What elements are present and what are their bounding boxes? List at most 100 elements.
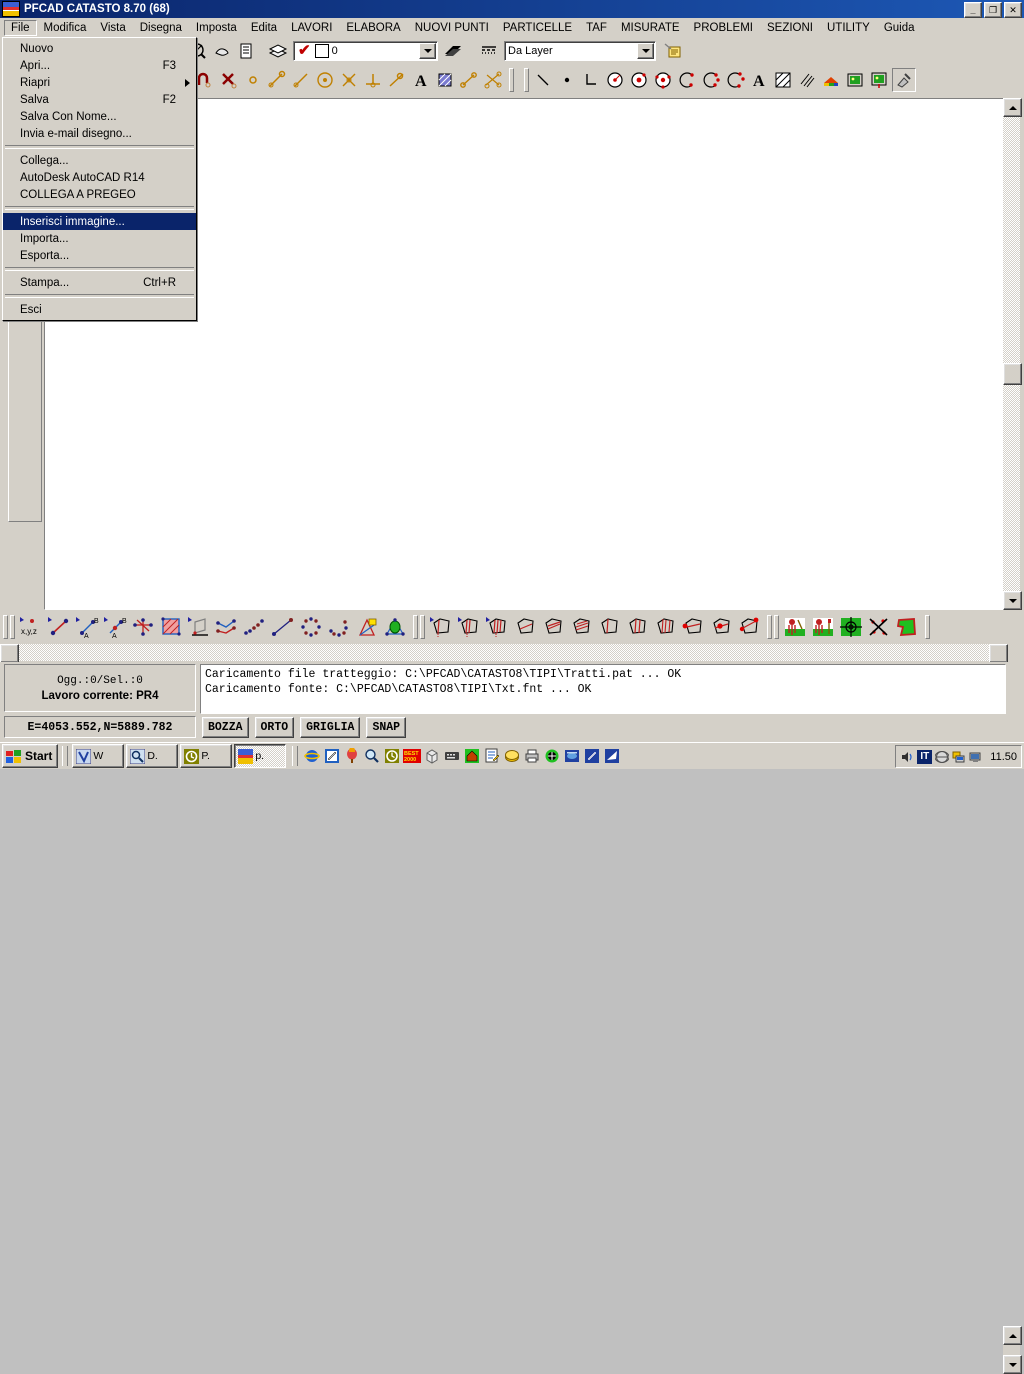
menu-entry-salva[interactable]: Salva F2 <box>3 91 196 108</box>
bottom-toolbar-grip-4[interactable] <box>420 615 425 639</box>
snap-perpendicular-icon[interactable] <box>362 69 384 91</box>
snap-hatch-icon[interactable] <box>434 69 456 91</box>
checkered-globe-icon[interactable] <box>543 747 561 765</box>
properties-icon[interactable] <box>235 40 257 62</box>
circle-center-icon[interactable] <box>628 69 650 91</box>
notes-icon[interactable] <box>483 747 501 765</box>
parcel-line-1-icon[interactable] <box>511 614 539 640</box>
bottom-toolbar-grip-5[interactable] <box>767 615 772 639</box>
vscroll-thumb[interactable] <box>1003 363 1022 385</box>
surveyor-icon[interactable] <box>781 614 809 640</box>
menu-entry-autocad-r14[interactable]: AutoDesk AutoCAD R14 <box>3 169 196 186</box>
bottom-toolbar-grip-7[interactable] <box>925 615 930 639</box>
snap-center-icon[interactable] <box>314 69 336 91</box>
perspective-icon[interactable] <box>185 614 213 640</box>
menu-item-edita[interactable]: Edita <box>244 20 284 36</box>
menu-entry-riapri[interactable]: Riapri <box>3 74 196 91</box>
layers-icon[interactable] <box>267 40 289 62</box>
snap-intersection-icon[interactable] <box>338 69 360 91</box>
menu-item-elabora[interactable]: ELABORA <box>339 20 407 36</box>
parcel-strip-3-icon[interactable] <box>651 614 679 640</box>
command-scroll-up-button[interactable] <box>1003 1326 1022 1345</box>
layer-on-icon[interactable]: ✔ <box>298 43 311 58</box>
point-icon[interactable] <box>556 69 578 91</box>
menu-entry-salva-con-nome[interactable]: Salva Con Nome... <box>3 108 196 125</box>
mode-button-snap[interactable]: SNAP <box>366 716 407 738</box>
chain-points-icon[interactable] <box>241 614 269 640</box>
mode-button-bozza[interactable]: BOZZA <box>202 716 249 738</box>
maximize-button[interactable]: ❐ <box>984 2 1002 18</box>
layer-state-icon[interactable] <box>442 40 464 62</box>
cross-out-icon[interactable] <box>865 614 893 640</box>
snap-two-points-icon[interactable] <box>458 69 480 91</box>
arc-icon[interactable] <box>676 69 698 91</box>
toolbar-grip-2[interactable] <box>509 68 514 92</box>
blue-book-icon[interactable] <box>563 747 581 765</box>
hscroll-track[interactable] <box>17 644 991 661</box>
task-button-pfcad[interactable]: p. <box>234 744 287 768</box>
triangle-yellow-icon[interactable] <box>353 614 381 640</box>
text-icon[interactable]: A <box>748 69 770 91</box>
task-button-d[interactable]: D. <box>126 744 179 768</box>
menu-entry-collega[interactable]: Collega... <box>3 152 196 169</box>
quicklaunch-grip[interactable] <box>292 746 299 766</box>
command-output[interactable]: Caricamento file tratteggio: C:\PFCAD\CA… <box>200 664 1006 714</box>
menu-entry-stampa[interactable]: Stampa... Ctrl+R <box>3 274 196 291</box>
scroll-down-button[interactable] <box>1003 591 1022 610</box>
parcel-node-2-icon[interactable] <box>707 614 735 640</box>
circle-radius-icon[interactable] <box>604 69 626 91</box>
linetype-icon[interactable] <box>478 40 500 62</box>
parcel-strip-2-icon[interactable] <box>623 614 651 640</box>
volume-icon[interactable] <box>900 750 914 764</box>
hatch-solid-icon[interactable] <box>772 69 794 91</box>
xyz-point-icon[interactable]: x,y,z <box>17 614 45 640</box>
command-output-scrollbar[interactable] <box>1003 1326 1022 1374</box>
menu-item-problemi[interactable]: PROBLEMI <box>687 20 760 36</box>
arc-3-icon[interactable] <box>724 69 746 91</box>
menu-item-misurate[interactable]: MISURATE <box>614 20 687 36</box>
start-button[interactable]: Start <box>2 744 59 768</box>
close-button[interactable]: ✕ <box>1004 2 1022 18</box>
network-icon[interactable] <box>952 750 966 764</box>
toolbar-grip-3[interactable] <box>524 68 529 92</box>
printer-icon[interactable] <box>523 747 541 765</box>
menu-item-guida[interactable]: Guida <box>877 20 922 36</box>
scroll-right-button[interactable] <box>989 644 1008 663</box>
linetype-combo-arrow[interactable] <box>637 43 654 59</box>
image-attach-icon[interactable] <box>868 69 890 91</box>
snap-midpoint-icon[interactable] <box>266 69 288 91</box>
wipeout-icon[interactable] <box>892 68 916 92</box>
green-parcel-icon[interactable] <box>893 614 921 640</box>
color-fill-icon[interactable] <box>820 69 842 91</box>
canvas-horizontal-scrollbar[interactable] <box>0 644 1008 663</box>
snap-off-icon[interactable] <box>218 69 240 91</box>
menu-item-sezioni[interactable]: SEZIONI <box>760 20 820 36</box>
parcel-split-3-icon[interactable] <box>483 614 511 640</box>
snap-multi-icon[interactable] <box>482 69 504 91</box>
taskbar-clock[interactable]: 11.50 <box>990 751 1017 763</box>
menu-item-particelle[interactable]: PARTICELLE <box>496 20 579 36</box>
menu-item-disegna[interactable]: Disegna <box>133 20 189 36</box>
segment-ab-icon[interactable]: AB <box>73 614 101 640</box>
search-icon[interactable] <box>363 747 381 765</box>
filled-square-icon[interactable] <box>157 614 185 640</box>
parcel-split-2-icon[interactable] <box>455 614 483 640</box>
task-button-p[interactable]: P. <box>180 744 233 768</box>
mode-button-griglia[interactable]: GRIGLIA <box>300 716 361 738</box>
snap-nearest-icon[interactable] <box>386 69 408 91</box>
star-points-icon[interactable] <box>129 614 157 640</box>
menu-entry-invia-email[interactable]: Invia e-mail disegno... <box>3 125 196 142</box>
bottom-toolbar-grip[interactable] <box>3 615 8 639</box>
circle-3points-icon[interactable] <box>652 69 674 91</box>
menu-entry-collega-pregeo[interactable]: COLLEGA A PREGEO <box>3 186 196 203</box>
arc-2-icon[interactable] <box>700 69 722 91</box>
yellow-disk-icon[interactable] <box>503 747 521 765</box>
parcel-line-2-icon[interactable] <box>539 614 567 640</box>
globe-icon[interactable] <box>935 750 950 764</box>
snap-node-icon[interactable] <box>242 69 264 91</box>
parcel-strip-1-icon[interactable] <box>595 614 623 640</box>
menu-entry-inserisci-immagine[interactable]: Inserisci immagine... <box>3 213 196 230</box>
menu-item-modifica[interactable]: Modifica <box>37 20 94 36</box>
polyline-points-icon[interactable] <box>213 614 241 640</box>
scroll-up-button[interactable] <box>1003 98 1022 117</box>
